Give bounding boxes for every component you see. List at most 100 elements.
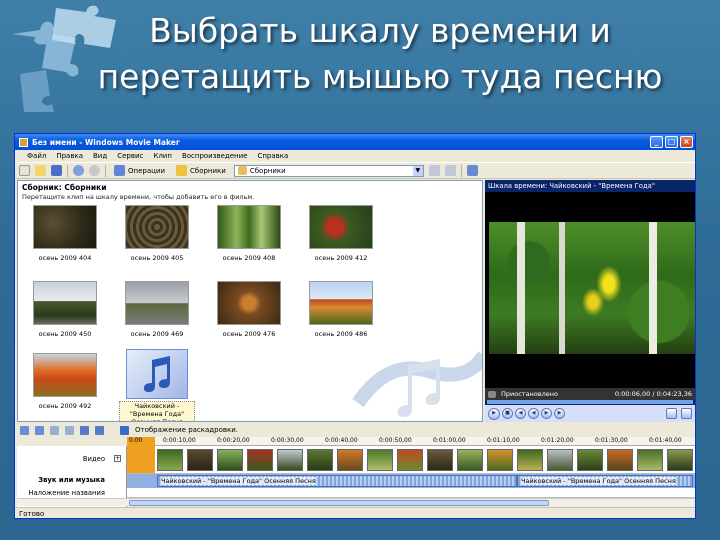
new-project-icon[interactable] xyxy=(19,165,30,176)
audio-track[interactable]: Чайковский - "Времена Года" Осенняя Песн… xyxy=(127,474,695,488)
menu-edit[interactable]: Правка xyxy=(56,152,83,160)
clip-item[interactable]: осень 2009 492 xyxy=(20,353,110,410)
menu-playback[interactable]: Воспроизведение xyxy=(182,152,248,160)
up-level-icon[interactable] xyxy=(428,165,440,176)
video-frame-clip[interactable] xyxy=(277,449,303,471)
video-frame-clip[interactable] xyxy=(337,449,363,471)
open-folder-icon[interactable] xyxy=(35,165,46,176)
video-frame-clip[interactable] xyxy=(487,449,513,471)
snapshot-icon[interactable] xyxy=(681,408,692,419)
movie-maker-window: Без имени - Windows Movie Maker _ □ × Фа… xyxy=(14,133,696,519)
audio-clip-item[interactable]: Чайковский - "Времена Года" Осенняя Песн… xyxy=(112,349,202,421)
expand-icon[interactable]: + xyxy=(114,455,121,462)
menu-view[interactable]: Вид xyxy=(93,152,107,160)
new-collection-icon[interactable] xyxy=(444,165,456,176)
audio-track-clip-label: Чайковский - "Времена Года" Осенняя Песн… xyxy=(521,477,676,485)
collections-button[interactable]: Сборники xyxy=(173,164,229,177)
play-timeline-icon[interactable] xyxy=(95,425,104,435)
video-frame-clip[interactable] xyxy=(427,449,453,471)
stop-icon[interactable]: ■ xyxy=(502,408,513,419)
collection-header: Сборник: Сборники Перетащите клип на шка… xyxy=(18,181,482,203)
video-frame-clip[interactable] xyxy=(367,449,393,471)
timeline-scrollbar[interactable] xyxy=(17,498,695,506)
video-track[interactable] xyxy=(127,446,695,474)
video-track-start-region xyxy=(127,446,155,473)
clip-item[interactable]: осень 2009 405 xyxy=(112,205,202,262)
operations-button[interactable]: Операции xyxy=(111,164,168,177)
zoom-in-icon[interactable] xyxy=(50,425,59,435)
scrollbar-thumb[interactable] xyxy=(129,500,549,506)
video-frame-clip[interactable] xyxy=(517,449,543,471)
split-clip-icon[interactable] xyxy=(666,408,677,419)
title-overlay-track-label: Наложение названия xyxy=(28,489,105,497)
forward-icon[interactable]: ▶ xyxy=(541,408,552,419)
video-frame-clip[interactable] xyxy=(547,449,573,471)
maximize-button[interactable]: □ xyxy=(665,136,678,148)
timeline-ruler[interactable]: 0.00 0:00:10,00 0:00:20,00 0:00:30,00 0:… xyxy=(127,437,695,446)
save-icon[interactable] xyxy=(51,165,62,176)
toolbar-separator xyxy=(460,164,462,177)
collection-pane: Сборник: Сборники Перетащите клип на шка… xyxy=(17,180,483,422)
video-frame-clip[interactable] xyxy=(637,449,663,471)
seek-bar[interactable] xyxy=(487,400,693,404)
playback-controls: ▶ ■ ◀ ◀ ▶ ▶ xyxy=(485,405,695,422)
collections-combo[interactable]: Сборники ▼ xyxy=(233,164,424,177)
clip-thumbnail xyxy=(217,281,281,325)
menu-help[interactable]: Справка xyxy=(257,152,288,160)
timeline-toolbar: Отображение раскадровки. xyxy=(17,424,695,436)
collections-label: Сборники xyxy=(190,166,226,175)
ruler-tick: 0:00:10,00 xyxy=(163,437,196,444)
narrate-icon[interactable] xyxy=(35,425,44,435)
storyboard-toggle-label[interactable]: Отображение раскадровки. xyxy=(135,426,238,434)
play-icon[interactable]: ▶ xyxy=(488,407,500,420)
menu-clip[interactable]: Клип xyxy=(153,152,172,160)
video-frame-clip[interactable] xyxy=(187,449,213,471)
monitor-title: Шкала времени: Чайковский - "Времена Год… xyxy=(485,180,695,192)
collection-hint: Перетащите клип на шкалу времени, чтобы … xyxy=(22,193,255,201)
ruler-tick: 0:00:50,00 xyxy=(379,437,412,444)
rewind-timeline-icon[interactable] xyxy=(80,425,89,435)
operations-label: Операции xyxy=(128,166,165,175)
rewind-icon[interactable]: ◀ xyxy=(528,408,539,419)
toolbar: Операции Сборники Сборники ▼ xyxy=(15,162,695,179)
audio-track-clip[interactable]: Чайковский - "Времена Года" Осенняя Песн… xyxy=(157,475,517,487)
clip-item[interactable]: осень 2009 404 xyxy=(20,205,110,262)
menu-tools[interactable]: Сервис xyxy=(117,152,143,160)
clip-item[interactable]: осень 2009 486 xyxy=(296,281,386,338)
close-button[interactable]: × xyxy=(680,136,693,148)
clip-caption: осень 2009 469 xyxy=(130,330,184,338)
ruler-tick: 0:00:40,00 xyxy=(325,437,358,444)
video-frame-clip[interactable] xyxy=(157,449,183,471)
clip-item[interactable]: осень 2009 476 xyxy=(204,281,294,338)
video-frame-clip[interactable] xyxy=(397,449,423,471)
video-frame-clip[interactable] xyxy=(307,449,333,471)
zoom-out-icon[interactable] xyxy=(65,425,74,435)
storyboard-toggle-icon[interactable] xyxy=(120,425,129,435)
clip-thumbnail xyxy=(33,205,97,249)
set-audio-levels-icon[interactable] xyxy=(20,425,29,435)
clip-item[interactable]: осень 2009 450 xyxy=(20,281,110,338)
audio-track-clip[interactable]: Чайковский - "Времена Года" Осенняя Песн… xyxy=(517,475,693,487)
video-frame-clip[interactable] xyxy=(217,449,243,471)
clip-item[interactable]: осень 2009 469 xyxy=(112,281,202,338)
video-frame-clip[interactable] xyxy=(667,449,693,471)
menu-file[interactable]: Файл xyxy=(27,152,46,160)
slide-title: Выбрать шкалу времени и перетащить мышью… xyxy=(97,11,663,96)
clip-item[interactable]: осень 2009 412 xyxy=(296,205,386,262)
ruler-tick: 0:01:20,00 xyxy=(541,437,574,444)
video-frame-clip[interactable] xyxy=(247,449,273,471)
undo-icon[interactable] xyxy=(73,165,84,176)
clip-caption: осень 2009 450 xyxy=(38,330,92,338)
views-icon[interactable] xyxy=(466,165,478,176)
video-frame-clip[interactable] xyxy=(607,449,633,471)
clip-item[interactable]: осень 2009 408 xyxy=(204,205,294,262)
video-frame-clip[interactable] xyxy=(457,449,483,471)
title-overlay-track[interactable] xyxy=(127,488,695,498)
chevron-down-icon[interactable]: ▼ xyxy=(412,165,423,176)
minimize-button[interactable]: _ xyxy=(650,136,663,148)
title-bar[interactable]: Без имени - Windows Movie Maker _ □ × xyxy=(15,134,695,150)
previous-frame-icon[interactable]: ◀ xyxy=(515,408,526,419)
redo-icon[interactable] xyxy=(89,165,100,176)
next-frame-icon[interactable]: ▶ xyxy=(554,408,565,419)
video-frame-clip[interactable] xyxy=(577,449,603,471)
